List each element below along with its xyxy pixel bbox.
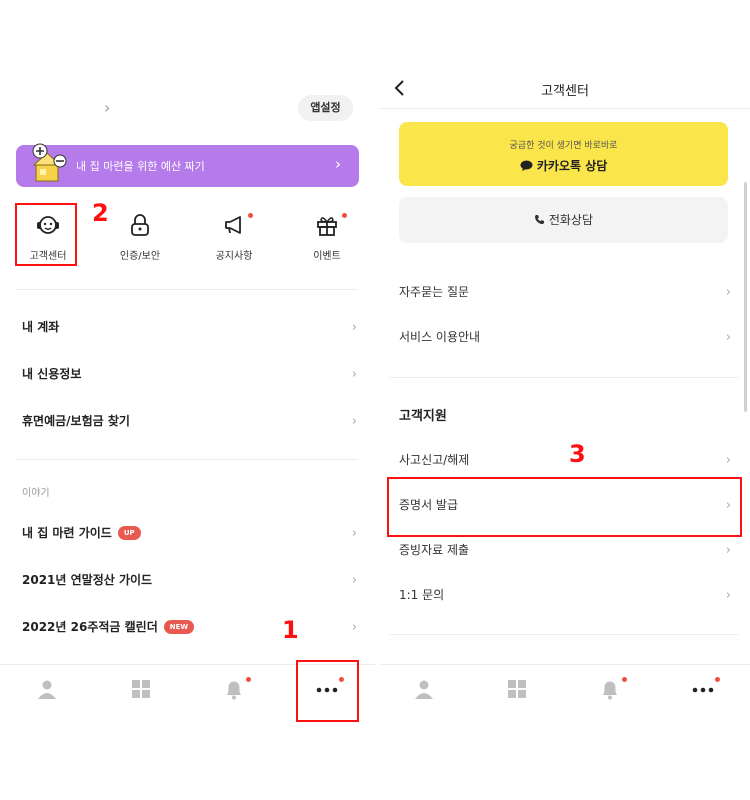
quick-menu-label: 공지사항 <box>215 251 253 262</box>
person-icon[interactable] <box>412 677 436 701</box>
right-screen: 고객센터 궁금한 것이 생기면 바로바로 카카오톡 상담 전화상담 자주묻는 질… <box>380 0 750 800</box>
support-item-label: 1:1 문의 <box>399 588 445 602</box>
story-label: 내 집 마련 가이드 <box>22 526 112 540</box>
faq-label: 자주묻는 질문 <box>399 285 470 299</box>
kakao-subtitle: 궁금한 것이 생기면 바로바로 <box>509 141 618 151</box>
page-title: 고객센터 <box>541 84 589 99</box>
auth-security-button[interactable]: 인증/보안 <box>100 205 180 265</box>
service-guide-item[interactable]: 서비스 이용안내 › <box>399 322 731 352</box>
annotation-box-certificate <box>387 477 742 537</box>
story-label: 2022년 26주적금 캘린더 <box>22 620 158 634</box>
notification-dot <box>248 213 253 218</box>
left-screen: › 앱설정 내 집 마련을 위한 예산 짜기 › 고객센터 인증/보안 공지사항… <box>0 0 375 800</box>
story-home-guide[interactable]: 내 집 마련 가이드 UP › <box>22 518 357 548</box>
menu-label: 휴면예금/보험금 찾기 <box>22 414 130 428</box>
bottom-tab-bar <box>380 664 750 714</box>
lock-icon <box>131 214 149 236</box>
kakao-chat-button[interactable]: 궁금한 것이 생기면 바로바로 카카오톡 상담 <box>399 122 728 186</box>
profile-chevron-icon[interactable]: › <box>104 98 110 117</box>
section-label: 이야기 <box>22 488 50 499</box>
bell-icon[interactable] <box>598 677 622 701</box>
menu-my-account[interactable]: 내 계좌 › <box>22 312 357 342</box>
chevron-right-icon: › <box>351 620 357 635</box>
event-button[interactable]: 이벤트 <box>287 205 367 265</box>
app-settings-button[interactable]: 앱설정 <box>298 95 353 121</box>
annotation-number: 2 <box>92 199 109 227</box>
support-item-evidence-submit[interactable]: 증빙자료 제출 › <box>399 535 731 565</box>
faq-item[interactable]: 자주묻는 질문 › <box>399 277 731 307</box>
bell-icon[interactable] <box>222 677 246 701</box>
quick-menu-label: 이벤트 <box>313 251 341 262</box>
story-label: 2021년 연말정산 가이드 <box>22 573 153 587</box>
notification-dot <box>622 677 627 682</box>
notification-dot <box>342 213 347 218</box>
service-guide-label: 서비스 이용안내 <box>399 330 481 344</box>
support-item-label: 사고신고/해제 <box>399 453 470 467</box>
chevron-right-icon: › <box>725 588 731 603</box>
story-savings-calendar[interactable]: 2022년 26주적금 캘린더 NEW › <box>22 612 357 642</box>
megaphone-icon <box>225 216 241 234</box>
chevron-right-icon: › <box>351 414 357 429</box>
chevron-right-icon: › <box>725 330 731 345</box>
phone-icon <box>535 215 544 225</box>
support-item-accident-report[interactable]: 사고신고/해제 › <box>399 445 731 475</box>
grid-icon[interactable] <box>129 677 153 701</box>
support-item-inquiry[interactable]: 1:1 문의 › <box>399 580 731 610</box>
divider <box>16 459 358 460</box>
new-badge: NEW <box>163 619 195 634</box>
banner-text: 내 집 마련을 위한 예산 짜기 <box>76 160 205 173</box>
kakao-label: 카카오톡 상담 <box>536 159 608 173</box>
divider <box>16 289 358 290</box>
menu-credit-info[interactable]: 내 신용정보 › <box>22 359 357 389</box>
notice-button[interactable]: 공지사항 <box>194 205 274 265</box>
notification-dot <box>246 677 251 682</box>
support-section-title: 고객지원 <box>399 409 447 424</box>
person-icon[interactable] <box>35 677 59 701</box>
annotation-box-customer-center <box>15 203 77 266</box>
divider <box>380 108 750 109</box>
annotation-number: 3 <box>569 440 586 468</box>
gift-icon <box>317 217 337 236</box>
annotation-number: 1 <box>282 616 299 644</box>
chevron-right-icon: › <box>725 543 731 558</box>
chevron-right-icon: › <box>725 285 731 300</box>
menu-label: 내 계좌 <box>22 320 60 334</box>
scrollbar[interactable] <box>744 182 747 412</box>
story-tax-guide[interactable]: 2021년 연말정산 가이드 › <box>22 565 357 595</box>
notification-dot <box>715 677 720 682</box>
chevron-right-icon: › <box>351 526 357 541</box>
divider <box>390 377 738 378</box>
support-item-label: 증빙자료 제출 <box>399 543 470 557</box>
phone-label: 전화상담 <box>548 213 593 227</box>
annotation-box-more <box>296 660 359 722</box>
divider <box>390 634 738 635</box>
chevron-right-icon: › <box>725 453 731 468</box>
up-badge: UP <box>117 525 141 540</box>
budget-banner[interactable]: 내 집 마련을 위한 예산 짜기 › <box>16 143 359 187</box>
chevron-right-icon: › <box>335 155 341 173</box>
house-plus-icon <box>32 143 67 182</box>
menu-label: 내 신용정보 <box>22 367 82 381</box>
chevron-right-icon: › <box>351 573 357 588</box>
speech-bubble-icon <box>520 160 533 171</box>
quick-menu-label: 인증/보안 <box>119 251 161 262</box>
menu-dormant-deposit[interactable]: 휴면예금/보험금 찾기 › <box>22 406 357 436</box>
kakao-label-wrap: 카카오톡 상담 <box>399 157 728 174</box>
chevron-right-icon: › <box>351 367 357 382</box>
phone-consult-button[interactable]: 전화상담 <box>399 197 728 243</box>
chevron-right-icon: › <box>351 320 357 335</box>
more-icon[interactable] <box>691 677 715 701</box>
grid-icon[interactable] <box>505 677 529 701</box>
